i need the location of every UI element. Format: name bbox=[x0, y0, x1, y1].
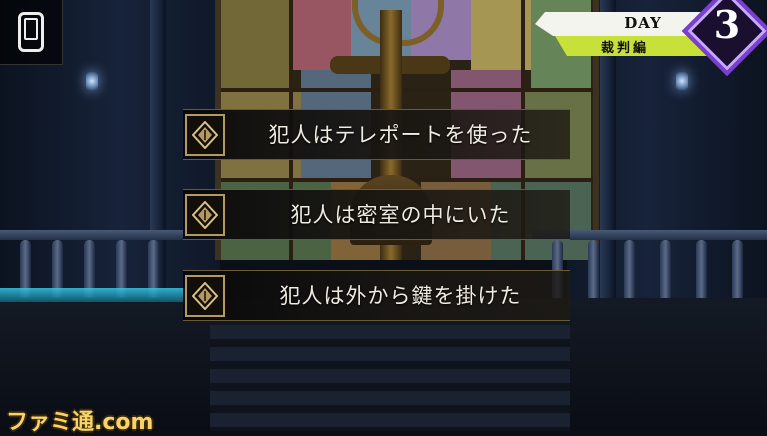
day-number: 3 bbox=[713, 2, 741, 47]
day-indicator: DAY 裁判編 3 bbox=[535, 0, 767, 77]
day-label: DAY bbox=[624, 14, 662, 32]
choice-button-2[interactable]: 犯人は密室の中にいた bbox=[183, 189, 570, 240]
phone-button[interactable] bbox=[0, 0, 63, 65]
choice-label: 犯人は密室の中にいた bbox=[290, 203, 511, 227]
watermark: ファミ通.com bbox=[6, 410, 154, 435]
diamond-emblem-icon bbox=[185, 194, 225, 236]
glowing-floor-edge bbox=[0, 288, 185, 302]
staircase bbox=[210, 325, 570, 431]
diamond-emblem-icon bbox=[185, 275, 225, 317]
choice-button-3[interactable]: 犯人は外から鍵を掛けた bbox=[183, 270, 570, 321]
wall-lamp bbox=[86, 72, 98, 90]
smartphone-icon bbox=[18, 12, 44, 52]
wall-lamp bbox=[676, 72, 688, 90]
diamond-emblem-icon bbox=[185, 114, 225, 156]
choice-label: 犯人はテレポートを使った bbox=[268, 123, 533, 147]
choice-label: 犯人は外から鍵を掛けた bbox=[279, 284, 522, 308]
chapter-label: 裁判編 bbox=[600, 41, 649, 56]
choice-button-1[interactable]: 犯人はテレポートを使った bbox=[183, 109, 570, 160]
